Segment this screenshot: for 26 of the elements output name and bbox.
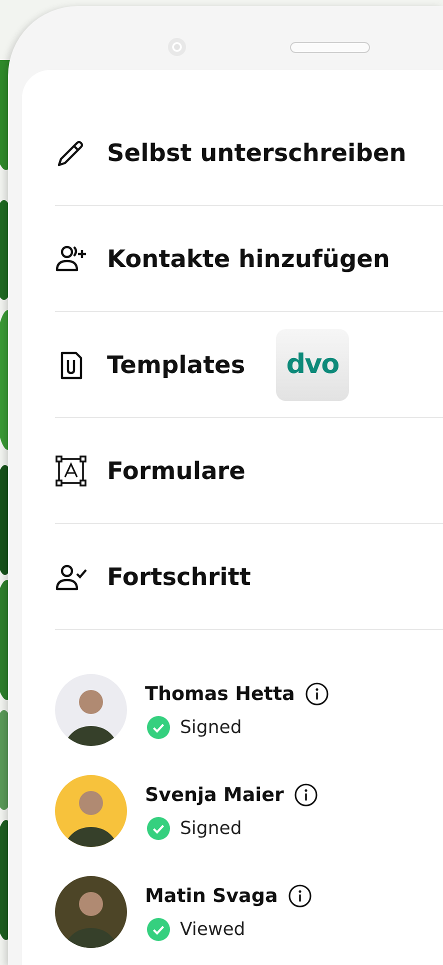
signer-name: Thomas Hetta: [145, 682, 295, 704]
logo-badge: dvo: [276, 328, 349, 400]
status-text: Signed: [180, 818, 242, 838]
menu-label: Formulare: [107, 456, 246, 484]
menu-label: Kontakte hinzufügen: [107, 244, 390, 272]
menu-item[interactable]: Fortschritt: [55, 524, 443, 630]
menu-item[interactable]: Kontakte hinzufügen: [55, 206, 443, 312]
signer-name: Svenja Maier: [145, 784, 284, 806]
check-icon: [147, 816, 170, 840]
text-frame-icon: [55, 454, 87, 486]
menu-label: Selbst unterschreiben: [107, 138, 406, 166]
menu-item[interactable]: Templates dvo: [55, 312, 443, 418]
check-icon: [147, 918, 170, 940]
info-icon[interactable]: [288, 884, 312, 908]
menu-item[interactable]: Formulare: [55, 418, 443, 524]
status-text: Signed: [180, 716, 242, 738]
menu-item[interactable]: Selbst unterschreiben: [55, 100, 443, 206]
info-icon[interactable]: [304, 682, 329, 706]
info-icon[interactable]: [294, 782, 318, 806]
signer-name: Matin Svaga: [145, 884, 278, 906]
speaker-icon: [290, 42, 370, 53]
status-text: Viewed: [180, 918, 246, 940]
menu-label: Fortschritt: [107, 562, 251, 590]
menu-label: Templates: [107, 350, 246, 378]
camera-icon: [168, 38, 186, 56]
check-icon: [147, 716, 170, 738]
